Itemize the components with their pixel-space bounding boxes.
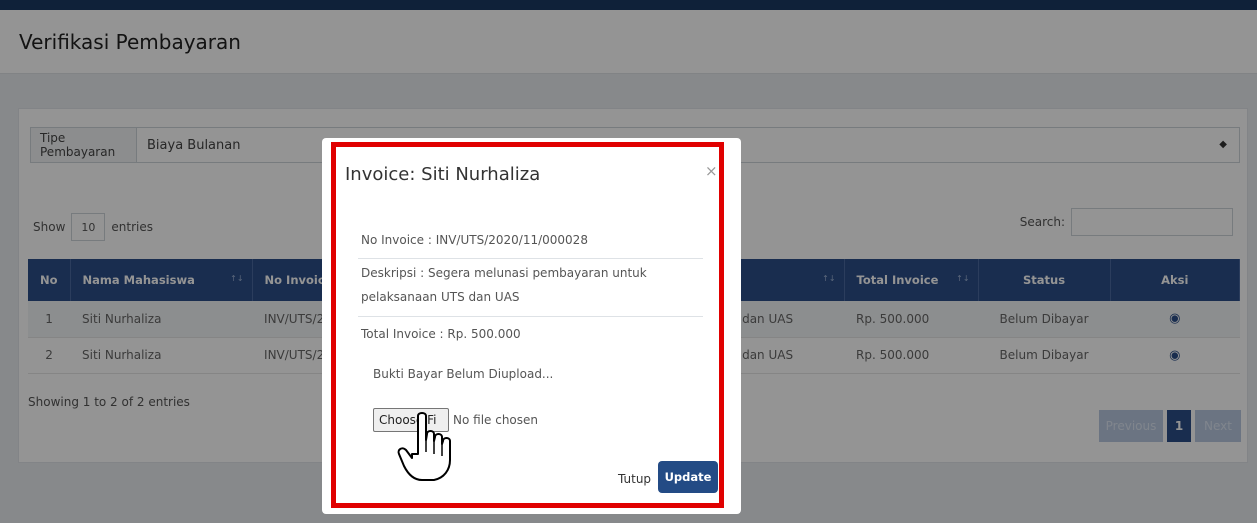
- invoice-number-text: No Invoice : INV/UTS/2020/11/000028: [361, 233, 588, 247]
- payment-proof-status: Bukti Bayar Belum Diupload...: [373, 367, 554, 381]
- hand-pointer-icon: [397, 412, 451, 481]
- highlight-frame: [331, 142, 724, 508]
- divider: [358, 316, 703, 317]
- close-icon[interactable]: ×: [705, 162, 718, 180]
- update-button[interactable]: Update: [658, 461, 718, 493]
- no-file-text: No file chosen: [453, 413, 539, 427]
- total-invoice-text: Total Invoice : Rp. 500.000: [361, 327, 521, 341]
- close-button[interactable]: Tutup: [618, 472, 651, 486]
- invoice-modal: Invoice: Siti Nurhaliza × No Invoice : I…: [322, 138, 741, 514]
- modal-title: Invoice: Siti Nurhaliza: [345, 164, 541, 185]
- description-text: Deskripsi : Segera melunasi pembayaran u…: [361, 266, 647, 304]
- divider: [358, 258, 703, 259]
